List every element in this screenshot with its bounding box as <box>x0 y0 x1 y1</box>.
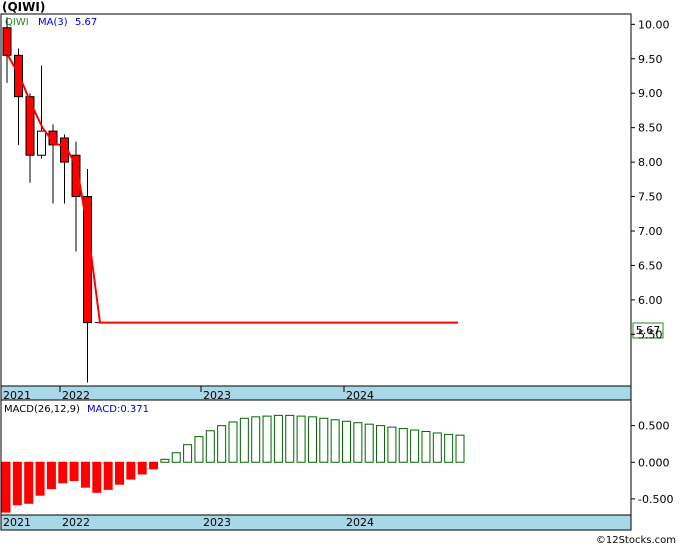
macd-bar <box>194 436 204 463</box>
price-y-tick-label: 6.00 <box>638 294 663 307</box>
macd-date-axis-band <box>0 514 632 531</box>
price-y-tick-label: 8.00 <box>638 156 663 169</box>
macd-bar <box>455 434 465 463</box>
macd-bar <box>115 461 124 485</box>
macd-bar <box>228 421 238 463</box>
macd-bar <box>444 433 454 463</box>
macd-bar <box>262 415 272 463</box>
price-y-tick-label: 10.00 <box>638 18 670 31</box>
macd-bar <box>387 426 397 463</box>
macd-bar <box>35 461 45 496</box>
series-label: QIWI <box>5 17 29 28</box>
macd-bar <box>183 444 193 463</box>
price-y-tick-label: 5.50 <box>638 328 663 341</box>
macd-bar <box>432 432 442 463</box>
price-y-tick-label: 9.50 <box>638 53 663 66</box>
macd-bar <box>205 430 215 463</box>
ma-value: 5.67 <box>75 17 97 28</box>
macd-y-tick-label: 0.500 <box>638 420 670 433</box>
price-panel <box>0 13 632 405</box>
macd-bar <box>330 419 340 463</box>
macd-bar <box>273 414 283 463</box>
macd-x-label: 2023 <box>203 516 231 529</box>
price-y-tick-label: 8.50 <box>638 122 663 135</box>
macd-bar <box>342 420 351 463</box>
candle-down <box>2 27 12 56</box>
macd-title: MACD(26,12,9) <box>4 404 80 415</box>
price-x-label: 2023 <box>203 389 231 402</box>
macd-bar <box>160 458 170 463</box>
macd-bar <box>410 429 420 463</box>
macd-bar <box>376 425 386 463</box>
macd-value-label: MACD:0.371 <box>87 404 149 415</box>
macd-bar <box>353 422 363 463</box>
macd-bar <box>137 461 147 475</box>
macd-bar <box>92 461 102 493</box>
price-y-tick-label: 9.00 <box>638 87 663 100</box>
candle-up <box>37 130 46 156</box>
stock-chart: (QIWI) QIWI MA(3) 5.67 MACD(26,12,9) MAC… <box>0 0 676 546</box>
macd-bar <box>364 423 374 463</box>
macd-bar <box>171 452 181 463</box>
macd-x-label: 2022 <box>62 516 90 529</box>
macd-bar <box>12 461 22 506</box>
macd-bar <box>307 416 317 463</box>
macd-bar <box>319 417 329 463</box>
macd-bar <box>251 416 261 463</box>
macd-y-tick-label: -0.500 <box>638 493 673 506</box>
macd-bar <box>24 461 34 504</box>
macd-bar <box>126 461 136 480</box>
macd-bar <box>285 414 295 463</box>
ticker-title: (QIWI) <box>2 0 45 14</box>
macd-x-label: 2021 <box>3 516 31 529</box>
macd-bar <box>69 461 79 482</box>
price-y-tick-label: 7.50 <box>638 191 663 204</box>
ma-label: MA(3) <box>38 17 68 28</box>
price-y-tick-label: 6.50 <box>638 259 663 272</box>
price-y-tick-label: 7.00 <box>638 225 663 238</box>
macd-bar <box>58 461 68 484</box>
price-x-label: 2021 <box>3 389 31 402</box>
price-x-label: 2024 <box>346 389 374 402</box>
macd-bar <box>46 461 56 490</box>
macd-bar <box>217 425 227 463</box>
macd-bar <box>421 430 431 463</box>
macd-bar <box>239 417 249 463</box>
macd-x-label: 2024 <box>346 516 374 529</box>
price-x-label: 2022 <box>62 389 90 402</box>
macd-bar <box>296 415 306 463</box>
watermark: ©12Stocks.com <box>596 535 676 546</box>
macd-bar <box>103 461 113 490</box>
macd-bar <box>80 461 90 488</box>
macd-bar <box>398 428 408 463</box>
macd-y-tick-label: 0.000 <box>638 456 670 469</box>
macd-bar <box>1 461 11 513</box>
macd-bar <box>149 461 159 470</box>
